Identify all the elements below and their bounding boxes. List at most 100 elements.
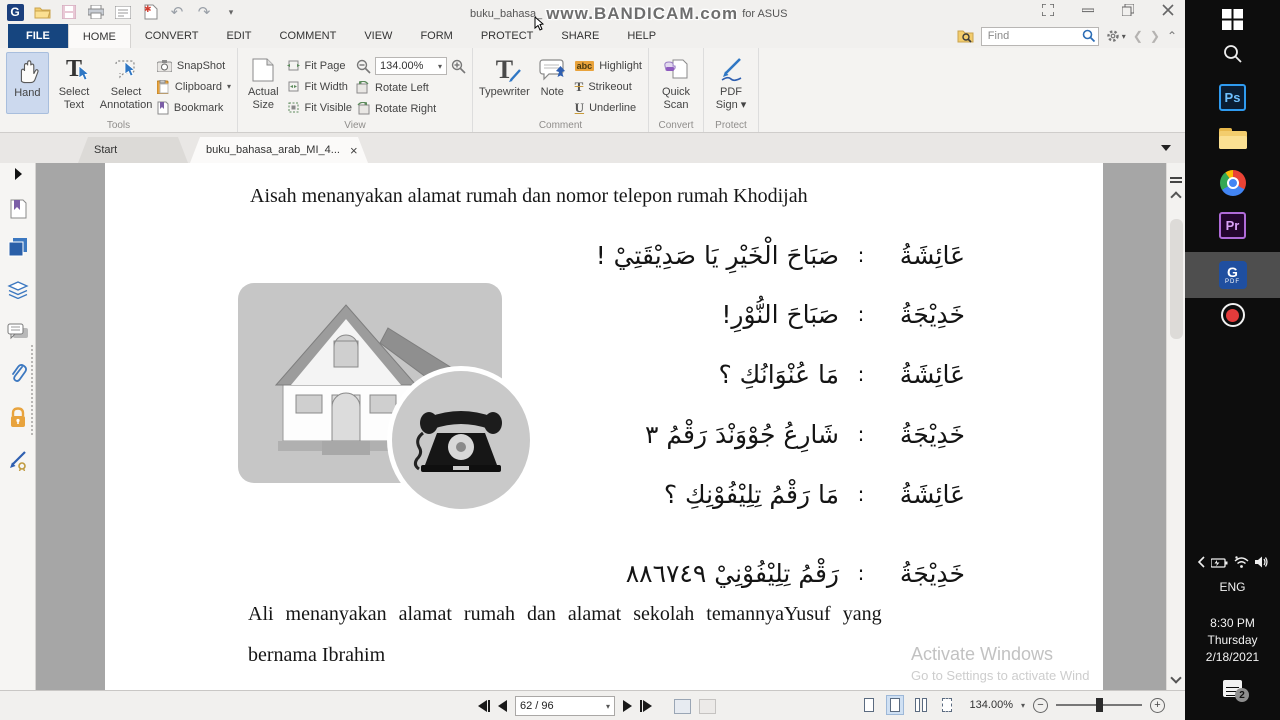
volume-icon[interactable] (1254, 556, 1269, 568)
redo-icon[interactable]: ↷ (195, 3, 213, 21)
tab-file[interactable]: FILE (8, 24, 68, 48)
wifi-icon[interactable] (1234, 556, 1249, 568)
action-center-button[interactable]: 2 (1185, 680, 1280, 702)
zoom-in-icon[interactable] (451, 59, 466, 74)
rotate-left-button[interactable]: Rotate Left (356, 79, 466, 96)
open-file-icon[interactable] (33, 3, 51, 21)
panel-resize-handle[interactable] (31, 345, 33, 435)
fit-visible-button[interactable]: Fit Visible (287, 99, 352, 116)
close-icon[interactable] (1161, 4, 1175, 16)
save-icon[interactable] (60, 3, 78, 21)
note-button[interactable]: Note (534, 52, 571, 114)
taskbar-record-button[interactable] (1185, 303, 1280, 327)
select-annotation-button[interactable]: Select Annotation (99, 52, 153, 114)
first-page-button[interactable] (478, 700, 490, 712)
typewriter-button[interactable]: T Typewriter (479, 52, 530, 114)
tab-home[interactable]: HOME (67, 24, 131, 48)
single-page-layout-icon[interactable] (860, 695, 878, 715)
underline-button[interactable]: U Underline (575, 99, 642, 116)
email-icon[interactable] (114, 3, 132, 21)
battery-icon[interactable] (1210, 557, 1228, 568)
tab-edit[interactable]: EDIT (212, 24, 265, 48)
tab-close-icon[interactable]: × (350, 143, 358, 158)
facing-layout-icon[interactable] (912, 695, 930, 715)
pdf-sign-button[interactable]: PDF Sign ▾ (710, 52, 752, 114)
language-indicator[interactable]: ENG (1185, 580, 1280, 594)
previous-page-button[interactable] (498, 700, 507, 712)
taskbar-premiere-button[interactable]: Pr (1185, 212, 1280, 239)
next-page-button[interactable] (623, 700, 632, 712)
tab-list-dropdown-icon[interactable] (1161, 145, 1171, 151)
quick-scan-button[interactable]: Quick Scan (655, 52, 697, 114)
restore-icon[interactable] (1121, 4, 1135, 16)
tab-document[interactable]: buku_bahasa_arab_MI_4... × (190, 137, 368, 163)
undo-icon[interactable]: ↶ (168, 3, 186, 21)
expand-panel-icon[interactable] (0, 168, 36, 180)
last-page-button[interactable] (640, 700, 652, 712)
select-text-button[interactable]: T Select Text (53, 52, 96, 114)
tab-help[interactable]: HELP (613, 24, 670, 48)
page-number-field[interactable]: 62 / 96 ▾ (515, 696, 615, 716)
bookmark-button[interactable]: Bookmark (157, 99, 231, 116)
document-view[interactable]: Aisah menanyakan alamat rumah dan nomor … (36, 163, 1166, 690)
taskbar-chrome-button[interactable] (1185, 170, 1280, 196)
taskbar-file-explorer-button[interactable] (1185, 128, 1280, 149)
full-screen-icon[interactable] (1041, 4, 1055, 16)
clock-time[interactable]: 8:30 PM (1185, 616, 1280, 630)
zoom-out-icon[interactable] (356, 59, 371, 74)
taskbar-foxit-button[interactable]: G PDF (1185, 261, 1280, 289)
clock-weekday[interactable]: Thursday (1185, 633, 1280, 647)
scrollbar-thumb[interactable] (1170, 219, 1183, 339)
next-view-icon[interactable] (699, 698, 716, 714)
hand-tool-button[interactable]: Hand (6, 52, 49, 114)
layers-panel-icon[interactable] (0, 281, 36, 299)
taskbar-search-button[interactable] (1185, 44, 1280, 64)
tab-comment[interactable]: COMMENT (266, 24, 351, 48)
find-options-gear-icon[interactable]: ▾ (1106, 29, 1126, 43)
zoom-level-dropdown[interactable]: 134.00% ▾ (375, 57, 447, 75)
print-icon[interactable] (87, 3, 105, 21)
zoom-slider[interactable] (1056, 698, 1142, 712)
previous-view-icon[interactable] (674, 698, 691, 714)
fit-width-button[interactable]: Fit Width (287, 78, 352, 95)
actual-size-button[interactable]: Actual Size (244, 52, 283, 114)
snapshot-button[interactable]: SnapShot (156, 57, 231, 74)
split-view-handle-icon[interactable] (1170, 177, 1182, 183)
split-layout-icon[interactable] (938, 695, 956, 715)
minimize-icon[interactable] (1081, 4, 1095, 16)
folder-search-icon[interactable] (957, 29, 974, 43)
clock-date[interactable]: 2/18/2021 (1185, 650, 1280, 664)
rotate-right-button[interactable]: Rotate Right (356, 100, 466, 117)
start-button[interactable] (1185, 9, 1280, 30)
comments-panel-icon[interactable] (0, 323, 36, 341)
find-next-icon[interactable]: ❯ (1150, 29, 1160, 43)
tab-form[interactable]: FORM (406, 24, 466, 48)
find-previous-icon[interactable]: ❮ (1133, 29, 1143, 43)
tab-view[interactable]: VIEW (350, 24, 406, 48)
foxit-logo-icon[interactable]: G (6, 3, 24, 21)
customize-toolbar-icon[interactable]: ▾ (222, 3, 240, 21)
fit-page-button[interactable]: Fit Page (286, 57, 352, 74)
bookmarks-panel-icon[interactable] (0, 199, 36, 219)
signature-panel-icon[interactable] (0, 451, 36, 471)
collapse-ribbon-icon[interactable]: ⌃ (1167, 29, 1177, 43)
tab-start[interactable]: Start (78, 137, 188, 163)
search-icon[interactable] (1082, 29, 1096, 43)
pages-panel-icon[interactable] (0, 237, 36, 257)
create-pdf-icon[interactable]: ✱ (141, 3, 159, 21)
statusbar-zoom-in-button[interactable]: + (1150, 697, 1165, 713)
scroll-up-icon[interactable] (1170, 191, 1182, 203)
tab-protect[interactable]: PROTECT (467, 24, 548, 48)
highlight-button[interactable]: abc Highlight (574, 57, 642, 74)
strikeout-button[interactable]: T Strikeout (575, 78, 642, 95)
tab-convert[interactable]: CONVERT (131, 24, 213, 48)
statusbar-zoom-out-button[interactable]: − (1033, 697, 1048, 713)
tab-share[interactable]: SHARE (547, 24, 613, 48)
statusbar-zoom-dropdown-icon[interactable]: ▾ (1021, 701, 1025, 710)
clipboard-button[interactable]: Clipboard ▾ (156, 78, 231, 95)
zoom-slider-handle[interactable] (1096, 698, 1103, 712)
taskbar-photoshop-button[interactable]: Ps (1185, 84, 1280, 111)
scroll-down-icon[interactable] (1170, 672, 1182, 684)
continuous-layout-icon[interactable] (885, 695, 904, 715)
tray-expand-chevron-icon[interactable] (1197, 556, 1205, 568)
